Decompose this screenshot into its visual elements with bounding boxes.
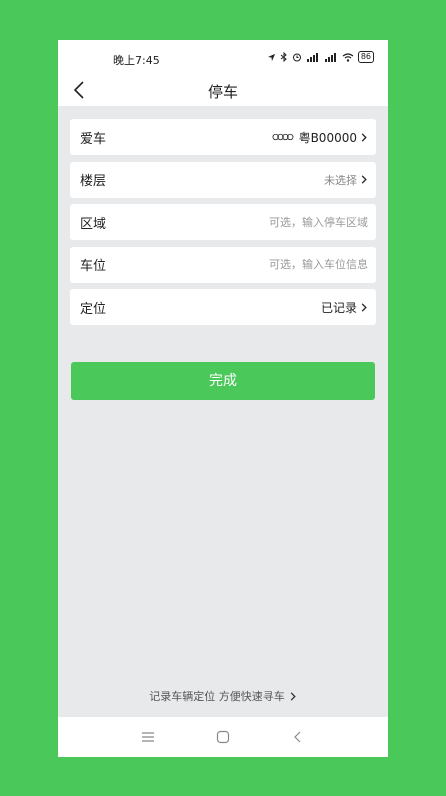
row-spot-label: 车位: [80, 259, 107, 274]
status-time: 晚上7:45: [113, 54, 160, 67]
row-location[interactable]: 定位 已记录: [70, 289, 376, 325]
row-floor[interactable]: 楼层 未选择: [70, 161, 376, 198]
row-car[interactable]: 爱车 粤B00000: [70, 119, 376, 155]
alarm-icon: [292, 53, 301, 62]
row-car-label: 爱车: [80, 131, 107, 147]
status-bar: 晚上7:45 86: [58, 40, 388, 74]
chevron-right-icon: [290, 691, 296, 701]
done-button[interactable]: 完成: [71, 362, 375, 400]
row-floor-value: 未选择: [324, 172, 368, 188]
phone-screen: 晚上7:45 86 停车 爱车 粤B00000 楼层 未选择 区域 可选，输入停…: [58, 40, 388, 757]
chevron-right-icon: [361, 302, 367, 312]
location-icon: [267, 53, 275, 61]
signal-icon: [306, 52, 318, 62]
battery-icon: 86: [357, 51, 374, 63]
row-car-value: 粤B00000: [272, 129, 368, 146]
row-area-label: 区域: [80, 216, 107, 232]
audi-logo-icon: [272, 133, 293, 141]
location-status: 已记录: [320, 300, 357, 315]
system-nav-bar: [58, 717, 388, 757]
home-icon[interactable]: [215, 729, 231, 745]
nav-bar: 停车: [58, 74, 388, 106]
chevron-right-icon: [361, 175, 367, 184]
row-spot-value: [218, 258, 368, 271]
area-input[interactable]: [218, 215, 368, 229]
row-area-value: [218, 215, 368, 229]
back-icon[interactable]: [290, 729, 306, 745]
find-car-tip[interactable]: 记录车辆定位 方便快速寻车: [58, 688, 388, 704]
row-floor-label: 楼层: [80, 174, 107, 189]
row-spot: 车位: [70, 246, 376, 283]
page-title: 停车: [207, 83, 238, 101]
row-area: 区域: [70, 204, 376, 240]
spot-input[interactable]: [218, 258, 368, 271]
signal-icon-2: [324, 52, 336, 62]
car-plate: 粤B00000: [298, 130, 357, 145]
menu-icon[interactable]: [140, 729, 156, 745]
parking-form: 爱车 粤B00000 楼层 未选择 区域 可选，输入停车区域 车位 可选，输入车…: [70, 119, 376, 332]
status-icons: 86: [267, 51, 374, 63]
find-car-tip-text: 记录车辆定位 方便快速寻车: [149, 690, 285, 703]
wifi-icon: [342, 52, 354, 62]
bluetooth-icon: [280, 52, 287, 62]
row-location-value: 已记录: [321, 299, 368, 316]
floor-select-value: 未选择: [324, 173, 357, 187]
row-location-label: 定位: [80, 301, 107, 317]
chevron-right-icon: [361, 132, 367, 142]
